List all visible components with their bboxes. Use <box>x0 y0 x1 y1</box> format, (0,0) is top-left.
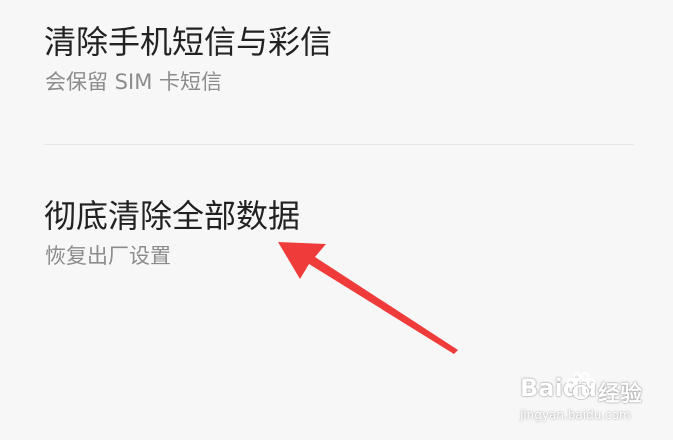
clear-sms-mms-title: 清除手机短信与彩信 <box>44 23 333 61</box>
factory-reset-subtitle: 恢复出厂设置 <box>45 244 171 268</box>
watermark-product-text: 经验 <box>598 382 643 407</box>
baidu-jingyan-watermark: Baidu 经验 jingyan.baidu.com <box>516 364 666 434</box>
factory-reset-option[interactable]: 彻底清除全部数据 恢复出厂设置 <box>0 146 673 296</box>
factory-reset-title: 彻底清除全部数据 <box>44 197 301 235</box>
watermark-url: jingyan.baidu.com <box>520 408 631 422</box>
clear-sms-mms-subtitle: 会保留 SIM 卡短信 <box>45 70 222 94</box>
divider <box>44 144 634 145</box>
settings-screen: 清除手机短信与彩信 会保留 SIM 卡短信 彻底清除全部数据 恢复出厂设置 Ba… <box>0 0 673 440</box>
watermark-logo-text: Baidu <box>520 374 597 402</box>
clear-sms-mms-option[interactable]: 清除手机短信与彩信 会保留 SIM 卡短信 <box>0 0 673 142</box>
baidu-paw-icon <box>566 371 596 400</box>
